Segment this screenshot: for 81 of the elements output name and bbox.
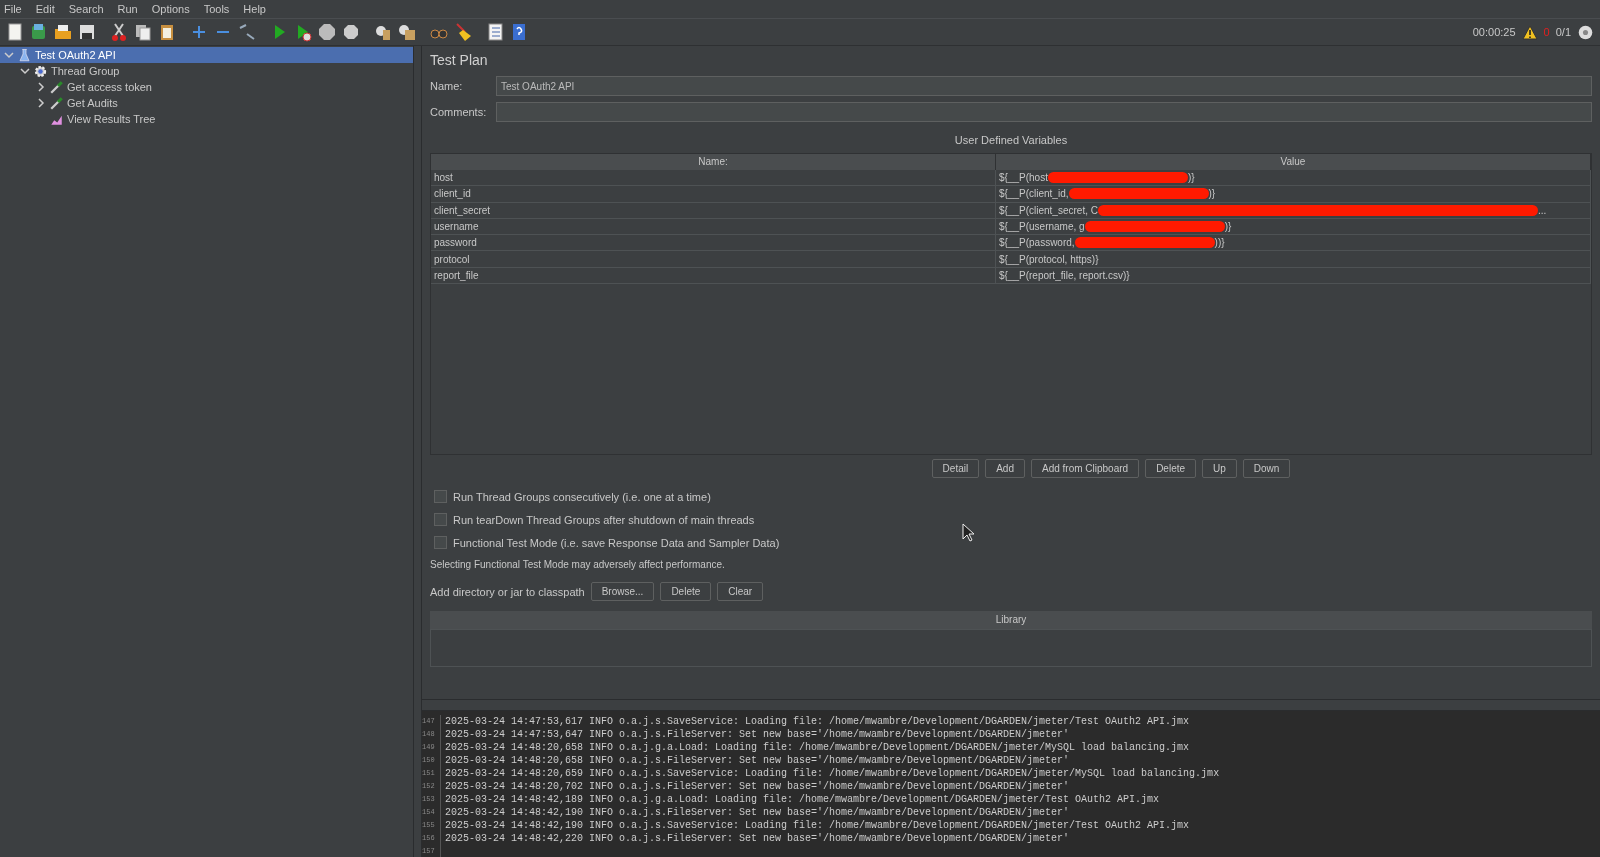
panel-title: Test Plan xyxy=(430,52,489,68)
table-button[interactable]: Add from Clipboard xyxy=(1030,459,1140,478)
globe-icon[interactable] xyxy=(1577,23,1594,41)
checkbox[interactable] xyxy=(434,536,447,549)
classpath-button[interactable]: Delete xyxy=(660,582,712,601)
table-cell: ${__P(client_secret, C ... xyxy=(996,202,1591,219)
menu-item[interactable]: Options xyxy=(151,3,190,15)
table-cell: protocol xyxy=(431,251,996,268)
table-cell: client_id xyxy=(431,186,996,203)
error-count: 0 xyxy=(1543,26,1550,38)
list-icon[interactable] xyxy=(485,22,505,42)
checkbox-label[interactable]: Functional Test Mode (i.e. save Response Data and Sampler Data) xyxy=(453,536,780,549)
menu-item[interactable]: Run xyxy=(117,3,138,15)
table-cell: ${__P(username, g )} xyxy=(996,218,1591,236)
table-cell: ${__P(report_file, report.csv)} xyxy=(996,267,1591,285)
log-line: 2025-03-24 14:48:20,659 INFO o.a.j.s.SaveService: Loading file: /home/mwambre/Development/DGARDEN/jmeter/MySQL load balancing.jmx xyxy=(444,768,1220,779)
save-icon[interactable] xyxy=(77,22,97,42)
classpath-label: Add directory or jar to classpath xyxy=(430,585,585,598)
table-cell: ${__P(password, ))} xyxy=(996,235,1591,252)
log-line: 2025-03-24 14:47:53,617 INFO o.a.j.s.SaveService: Loading file: /home/mwambre/Development/DGARDEN/jmeter/Test OAuth2 API.jmx xyxy=(444,716,1190,727)
table-cell: username xyxy=(431,218,996,236)
menu-item[interactable]: Help xyxy=(243,3,266,15)
open-folder-icon[interactable] xyxy=(53,22,73,42)
menu-item[interactable]: File xyxy=(4,3,22,15)
tree-item[interactable]: Thread Group xyxy=(0,63,413,79)
column-header[interactable]: Name: xyxy=(431,154,996,170)
name-field[interactable]: Test OAuth2 API xyxy=(496,76,1592,96)
thread-count: 0/1 xyxy=(1555,26,1571,38)
new-file-icon[interactable] xyxy=(5,22,25,42)
table-button[interactable]: Up xyxy=(1202,459,1237,478)
stop-icon[interactable] xyxy=(317,22,337,42)
table-button[interactable]: Delete xyxy=(1145,459,1197,478)
field-label: Name: xyxy=(430,80,464,92)
comments-field[interactable] xyxy=(496,102,1592,122)
classpath-button[interactable]: Browse... xyxy=(590,582,655,601)
table-cell: ${__P(protocol, https)} xyxy=(996,251,1591,268)
table-cell: ${__P(client_id, )} xyxy=(996,186,1591,203)
scissors-icon[interactable] xyxy=(109,22,129,42)
shutdown-icon[interactable] xyxy=(341,22,361,42)
tree-item[interactable]: Get Audits xyxy=(0,95,413,111)
table-cell: client_secret xyxy=(431,202,996,219)
log-line: 2025-03-24 14:48:20,658 INFO o.a.j.s.FileServer: Set new base='/home/mwambre/Development/DGARDEN/jmeter' xyxy=(444,755,1070,766)
table-button[interactable]: Down xyxy=(1242,459,1291,478)
tree-item[interactable]: Test OAuth2 API xyxy=(0,47,413,63)
log-line: 2025-03-24 14:48:42,190 INFO o.a.j.s.SaveService: Loading file: /home/mwambre/Development/DGARDEN/jmeter/Test OAuth2 API.jmx xyxy=(444,820,1190,831)
copy-icon[interactable] xyxy=(133,22,153,42)
table-cell: host xyxy=(431,170,996,187)
tree-item[interactable]: View Results Tree xyxy=(0,111,413,127)
log-line: 2025-03-24 14:48:20,702 INFO o.a.j.s.FileServer: Set new base='/home/mwambre/Development/DGARDEN/jmeter' xyxy=(444,781,1070,792)
checkbox-label[interactable]: Run Thread Groups consecutively (i.e. one at a time) xyxy=(453,490,711,503)
log-line: 2025-03-24 14:48:42,190 INFO o.a.j.s.FileServer: Set new base='/home/mwambre/Development/DGARDEN/jmeter' xyxy=(444,807,1070,818)
warning-icon[interactable] xyxy=(1521,24,1538,40)
log-line: 2025-03-24 14:48:42,189 INFO o.a.j.g.a.Load: Loading file: /home/mwambre/Development/DGARDEN/jmeter/Test OAuth2 API.jmx xyxy=(444,794,1160,805)
menu-item[interactable]: Search xyxy=(68,3,104,15)
flask-icon xyxy=(17,47,32,63)
table-cell: ${__P(host )} xyxy=(996,170,1591,187)
mouse-cursor-icon xyxy=(962,523,976,543)
elapsed-time: 00:00:25 xyxy=(1472,26,1516,38)
pipette-icon xyxy=(49,95,64,111)
menu-item[interactable]: Edit xyxy=(35,3,55,15)
column-header[interactable]: Value xyxy=(996,154,1591,170)
log-line: 2025-03-24 14:48:42,220 INFO o.a.j.s.FileServer: Set new base='/home/mwambre/Development/DGARDEN/jmeter' xyxy=(444,833,1070,844)
tree-item[interactable]: Get access token xyxy=(0,79,413,95)
gear-icon xyxy=(33,63,48,79)
note-text: Selecting Functional Test Mode may adversely affect performance. xyxy=(430,559,726,570)
checkbox[interactable] xyxy=(434,490,447,503)
column-header: Library xyxy=(430,611,1592,629)
classpath-button[interactable]: Clear xyxy=(717,582,764,601)
table-button[interactable]: Detail xyxy=(931,459,980,478)
log-line: 2025-03-24 14:48:20,658 INFO o.a.j.g.a.Load: Loading file: /home/mwambre/Development/DGARDEN/jmeter/MySQL load balancing.jmx xyxy=(444,742,1190,753)
pipette-icon xyxy=(49,79,64,95)
table-cell: password xyxy=(431,235,996,252)
section-title: User Defined Variables xyxy=(953,134,1069,146)
log-line: 2025-03-24 14:47:53,647 INFO o.a.j.s.FileServer: Set new base='/home/mwambre/Development/DGARDEN/jmeter' xyxy=(444,729,1070,740)
table-cell: report_file xyxy=(431,267,996,285)
broom-icon[interactable] xyxy=(453,22,473,42)
checkbox[interactable] xyxy=(434,513,447,526)
table-button[interactable]: Add xyxy=(985,459,1025,478)
field-label: Comments: xyxy=(430,106,488,118)
checkbox-label[interactable]: Run tearDown Thread Groups after shutdown of main threads xyxy=(453,513,755,526)
menu-item[interactable]: Tools xyxy=(203,3,230,15)
